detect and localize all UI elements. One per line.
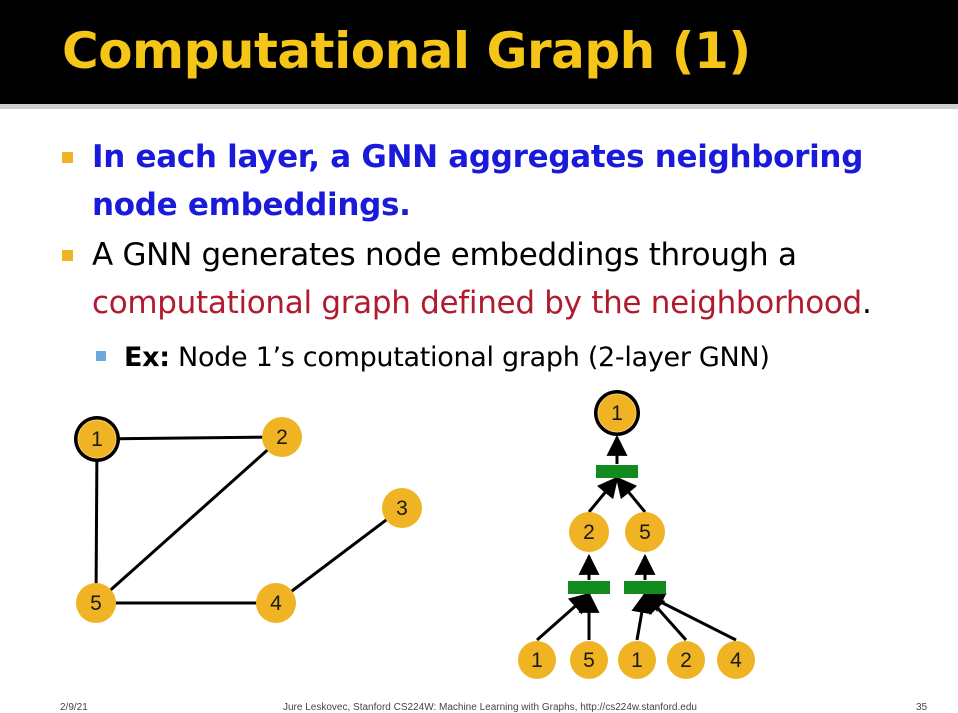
comp-layer1-node-2: 2 xyxy=(569,512,609,552)
comp-layer2-node-4-label: 4 xyxy=(730,649,742,672)
comp-layer1-node-5-label: 5 xyxy=(639,521,651,544)
edge-l1-to-agg xyxy=(587,476,619,513)
title-bar: Computational Graph (1) xyxy=(0,0,958,104)
comp-layer2-node-1-label: 1 xyxy=(631,649,643,672)
comp-layer2-node-1: 1 xyxy=(518,641,556,679)
aggregator-2 xyxy=(568,581,610,594)
edge-1-2 xyxy=(96,435,283,441)
node-5-label: 5 xyxy=(90,592,102,615)
bullet-square-icon xyxy=(62,152,73,163)
comp-layer2-node-1-label: 1 xyxy=(531,649,543,672)
footer-credit: Jure Leskovec, Stanford CS224W: Machine … xyxy=(283,702,697,713)
edge-4-3 xyxy=(275,506,403,605)
node-2-label: 2 xyxy=(276,426,288,449)
bullet-2-text: A GNN generates node embeddings through … xyxy=(92,237,797,273)
sub-bullet-square-icon xyxy=(96,351,106,361)
node-1-label: 1 xyxy=(91,428,103,451)
node-4: 4 xyxy=(256,583,296,623)
edge-2-5 xyxy=(95,435,283,605)
comp-layer2-node-2: 2 xyxy=(667,641,705,679)
edge-l1-to-agg xyxy=(615,476,647,513)
node-5: 5 xyxy=(76,583,116,623)
node-3-label: 3 xyxy=(396,497,408,520)
edge-l2-1-to-agg xyxy=(536,592,591,642)
sub-bullet-label: Ex: xyxy=(124,342,170,373)
computation-graph: 1 2 5 1 5 1 2 4 xyxy=(518,390,755,679)
node-2: 2 xyxy=(262,417,302,457)
title-divider xyxy=(0,104,958,109)
bullet-2: A GNN generates node embeddings through … xyxy=(62,231,958,327)
bullet-1: In each layer, a GNN aggregates neighbor… xyxy=(62,133,952,229)
comp-layer2-node-1: 1 xyxy=(618,641,656,679)
graph-figure: 1 2 3 4 5 1 2 5 1 5 1 2 4 xyxy=(74,390,755,679)
bullet-2-end: . xyxy=(861,285,872,321)
comp-layer1-node-5: 5 xyxy=(625,512,665,552)
node-3: 3 xyxy=(382,488,422,528)
edge-l2-2-to-agg xyxy=(643,592,688,641)
footer-page-number: 35 xyxy=(916,702,928,713)
comp-layer2-node-5: 5 xyxy=(570,641,608,679)
bullet-2-highlight: computational graph defined by the neigh… xyxy=(92,285,862,321)
input-graph: 1 2 3 4 5 xyxy=(74,416,422,623)
comp-layer2-node-2-label: 2 xyxy=(680,649,692,672)
edge-1-5 xyxy=(94,438,99,604)
edge-l2-1-to-agg xyxy=(631,591,653,641)
sub-bullet-text: Node 1’s computational graph (2-layer GN… xyxy=(169,342,770,373)
aggregator-5 xyxy=(624,581,666,594)
comp-layer1-node-2-label: 2 xyxy=(583,521,595,544)
comp-root-node: 1 xyxy=(594,390,640,436)
edge-l2-4-to-agg xyxy=(643,592,737,642)
node-1: 1 xyxy=(74,416,120,462)
comp-layer2-node-5-label: 5 xyxy=(583,649,595,672)
bullet-1-text: In each layer, a GNN aggregates neighbor… xyxy=(92,139,864,223)
node-4-label: 4 xyxy=(270,592,282,615)
sub-bullet: Ex: Node 1’s computational graph (2-laye… xyxy=(96,338,770,378)
aggregator-root xyxy=(596,465,638,478)
comp-layer2-node-4: 4 xyxy=(717,641,755,679)
comp-root-node-label: 1 xyxy=(611,402,623,425)
slide-title: Computational Graph (1) xyxy=(62,22,751,80)
footer-date: 2/9/21 xyxy=(60,702,88,713)
bullet-square-icon xyxy=(62,250,73,261)
